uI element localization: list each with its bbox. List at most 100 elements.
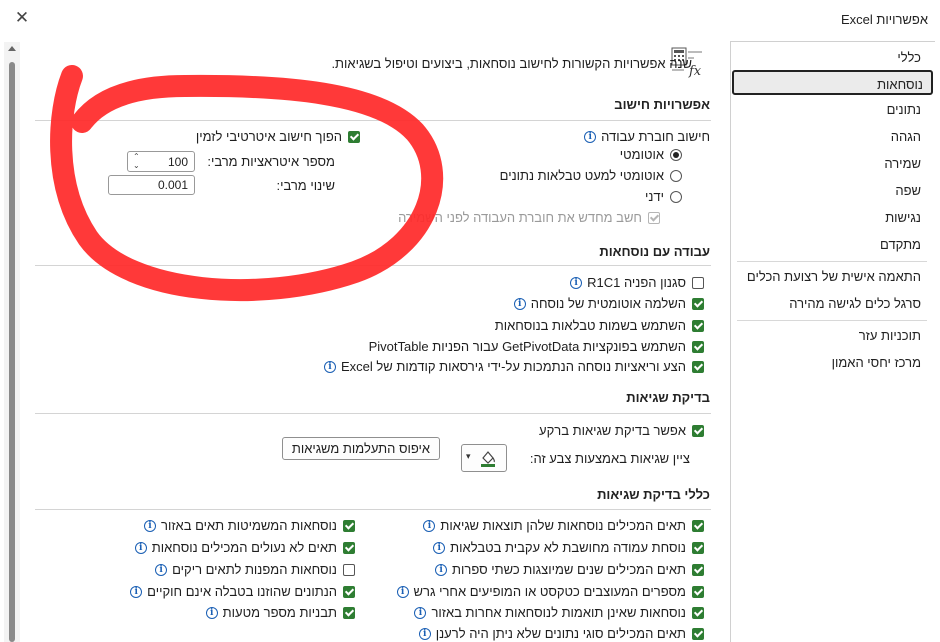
radio-automatic[interactable] xyxy=(670,148,682,161)
rule-row[interactable]: מספרים המעוצבים כטקסט או המופיעים אחרי ג… xyxy=(396,584,704,599)
max-change-value: 0.001 xyxy=(157,178,188,192)
scrollbar-thumb[interactable] xyxy=(9,62,15,642)
r1c1-label: סגנון הפניה R1C1 xyxy=(587,275,686,290)
rule-inconsistent-formulas-checkbox[interactable] xyxy=(692,606,704,619)
table-names-label: השתמש בשמות טבלאות בנוסחאות xyxy=(494,318,686,333)
iterative-row[interactable]: הפוך חישוב איטרטיבי לזמין xyxy=(196,129,360,144)
r1c1-row[interactable]: סגנון הפניה R1C1 i xyxy=(570,275,704,290)
workbook-calc-label-row: חישוב חוברת עבודה i xyxy=(584,129,710,144)
sidebar-item-accessibility[interactable]: נגישות xyxy=(741,205,929,230)
radio-auto-except-tables[interactable] xyxy=(670,169,682,182)
info-icon: i xyxy=(584,130,597,143)
rule-data-types-refresh-checkbox[interactable] xyxy=(692,627,704,640)
background-error-row[interactable]: אפשר בדיקת שגיאות ברקע xyxy=(539,423,704,438)
rule-row[interactable]: נוסחת עמודה מחושבת לא עקבית בטבלאות i xyxy=(433,540,704,555)
rule-row[interactable]: תאים המכילים נוסחאות שלהן תוצאות שגיאות … xyxy=(423,518,704,533)
rule-inconsistent-column-checkbox[interactable] xyxy=(692,541,704,554)
sidebar-item-addins[interactable]: תוכניות עזר xyxy=(741,323,929,348)
rule-omit-cells-checkbox[interactable] xyxy=(343,519,355,532)
info-icon: i xyxy=(323,360,336,373)
radio-auto-row[interactable]: אוטומטי xyxy=(620,147,682,162)
error-color-label: ציין שגיאות באמצעות צבע זה: xyxy=(529,451,690,466)
reset-ignored-errors-button[interactable]: איפוס התעלמות משגיאות xyxy=(282,437,440,460)
formula-variations-checkbox[interactable] xyxy=(692,360,704,373)
info-icon: i xyxy=(435,563,448,576)
rules-section-title: כללי בדיקת שגיאות xyxy=(597,487,710,502)
info-icon: i xyxy=(423,519,436,532)
info-icon: i xyxy=(134,541,147,554)
iterative-checkbox[interactable] xyxy=(348,130,360,143)
rule-row[interactable]: נוסחאות המפנות לתאים ריקים i xyxy=(155,562,355,577)
max-iterations-spinner[interactable]: ⌃ ⌄ 100 xyxy=(127,151,195,172)
sidebar-item-advanced[interactable]: מתקדם xyxy=(741,232,929,257)
rule-misleading-formats-checkbox[interactable] xyxy=(343,606,355,619)
rule-label: נוסחאות המפנות לתאים ריקים xyxy=(172,562,337,577)
sidebar-item-quick-access-toolbar[interactable]: סרגל כלים לגישה מהירה xyxy=(741,291,929,316)
spin-down-icon[interactable]: ⌄ xyxy=(133,162,140,170)
rule-invalid-table-data-checkbox[interactable] xyxy=(343,585,355,598)
error-color-picker[interactable]: ▾ xyxy=(461,444,507,472)
rule-row[interactable]: תאים לא נעולים המכילים נוסחאות i xyxy=(134,540,355,555)
rule-empty-cells-checkbox[interactable] xyxy=(343,563,355,576)
close-button[interactable]: ✕ xyxy=(8,6,36,30)
getpivotdata-row[interactable]: השתמש בפונקציות GetPivotData עבור הפניות… xyxy=(369,339,704,354)
formula-variations-label: הצע וריאציות נוסחה הנתמכות על-ידי גירסאו… xyxy=(340,359,686,374)
rule-two-digit-years-checkbox[interactable] xyxy=(692,563,704,576)
formula-autocomplete-row[interactable]: השלמה אוטומטית של נוסחה i xyxy=(513,296,704,311)
rule-label: תאים לא נעולים המכילים נוסחאות xyxy=(151,540,337,555)
rule-label: נוסחאות המשמיטות תאים באזור xyxy=(161,518,337,533)
rule-row[interactable]: הנתונים שהוזנו בטבלה אינם חוקיים i xyxy=(130,584,355,599)
rule-label: הנתונים שהוזנו בטבלה אינם חוקיים xyxy=(147,584,337,599)
r1c1-checkbox[interactable] xyxy=(692,276,704,289)
section-divider xyxy=(35,413,711,414)
getpivotdata-checkbox[interactable] xyxy=(692,340,704,353)
sidebar-item-save[interactable]: שמירה xyxy=(741,151,929,176)
rule-error-results-checkbox[interactable] xyxy=(692,519,704,532)
sidebar-item-general[interactable]: כללי xyxy=(741,45,929,70)
sidebar-item-data[interactable]: נתונים xyxy=(741,97,929,122)
paint-bucket-icon xyxy=(481,451,495,467)
section-divider xyxy=(35,265,711,266)
spin-up-icon[interactable]: ⌃ xyxy=(133,153,140,161)
rule-numbers-as-text-checkbox[interactable] xyxy=(692,585,704,598)
sidebar-item-proofing[interactable]: הגהה xyxy=(741,124,929,149)
rule-row[interactable]: תאים המכילים סוגי נתונים שלא ניתן היה לר… xyxy=(418,626,704,641)
getpivotdata-label: השתמש בפונקציות GetPivotData עבור הפניות… xyxy=(368,339,686,354)
info-icon: i xyxy=(130,585,143,598)
rule-unlocked-cells-checkbox[interactable] xyxy=(343,541,355,554)
sidebar-item-trust-center[interactable]: מרכז יחסי האמון xyxy=(741,350,929,375)
info-icon: i xyxy=(433,541,446,554)
info-icon: i xyxy=(144,519,157,532)
chevron-down-icon: ▾ xyxy=(466,451,471,461)
background-error-checkbox[interactable] xyxy=(692,424,704,437)
max-change-input[interactable]: 0.001 xyxy=(108,175,195,195)
sidebar-item-language[interactable]: שפה xyxy=(741,178,929,203)
radio-manual[interactable] xyxy=(670,190,682,203)
radio-auto-except-label: אוטומטי למעט טבלאות נתונים xyxy=(499,168,664,183)
page-description: שנה אפשרויות הקשורות לחישוב נוסחאות, ביצ… xyxy=(331,56,692,71)
rule-row[interactable]: תאים המכילים שנים שמיוצגות כשתי ספרות i xyxy=(435,562,704,577)
category-sidebar: כללי נוסחאות נתונים הגהה שמירה שפה נגישו… xyxy=(730,41,935,642)
max-iterations-label: מספר איטראציות מרבי: xyxy=(207,154,335,169)
error-check-section-title: בדיקת שגיאות xyxy=(626,390,710,405)
info-icon: i xyxy=(570,276,583,289)
background-error-label: אפשר בדיקת שגיאות ברקע xyxy=(539,423,686,438)
rule-row[interactable]: נוסחאות שאינן תואמות לנוסחאות אחרות באזו… xyxy=(414,605,704,620)
rule-row[interactable]: נוסחאות המשמיטות תאים באזור i xyxy=(144,518,355,533)
info-icon: i xyxy=(396,585,409,598)
formula-variations-row[interactable]: הצע וריאציות נוסחה הנתמכות על-ידי גירסאו… xyxy=(323,359,704,374)
rule-label: תאים המכילים שנים שמיוצגות כשתי ספרות xyxy=(452,562,686,577)
rule-row[interactable]: תבניות מספר מטעות i xyxy=(205,605,355,620)
table-names-checkbox[interactable] xyxy=(692,319,704,332)
sidebar-item-formulas[interactable]: נוסחאות xyxy=(732,70,933,95)
formulas-section-title: עבודה עם נוסחאות xyxy=(599,244,710,259)
radio-manual-row[interactable]: ידני xyxy=(645,189,682,204)
radio-manual-label: ידני xyxy=(644,189,664,204)
scroll-up-arrow-icon[interactable] xyxy=(8,46,16,51)
recalc-before-save-label: חשב מחדש את חוברת העבודה לפני השמירה xyxy=(398,210,642,225)
formula-autocomplete-checkbox[interactable] xyxy=(692,297,704,310)
sidebar-item-customize-ribbon[interactable]: התאמה אישית של רצועת הכלים xyxy=(741,264,929,289)
radio-auto-except-row[interactable]: אוטומטי למעט טבלאות נתונים xyxy=(500,168,682,183)
max-change-label: שינוי מרבי: xyxy=(276,178,335,193)
table-names-row[interactable]: השתמש בשמות טבלאות בנוסחאות xyxy=(495,318,704,333)
